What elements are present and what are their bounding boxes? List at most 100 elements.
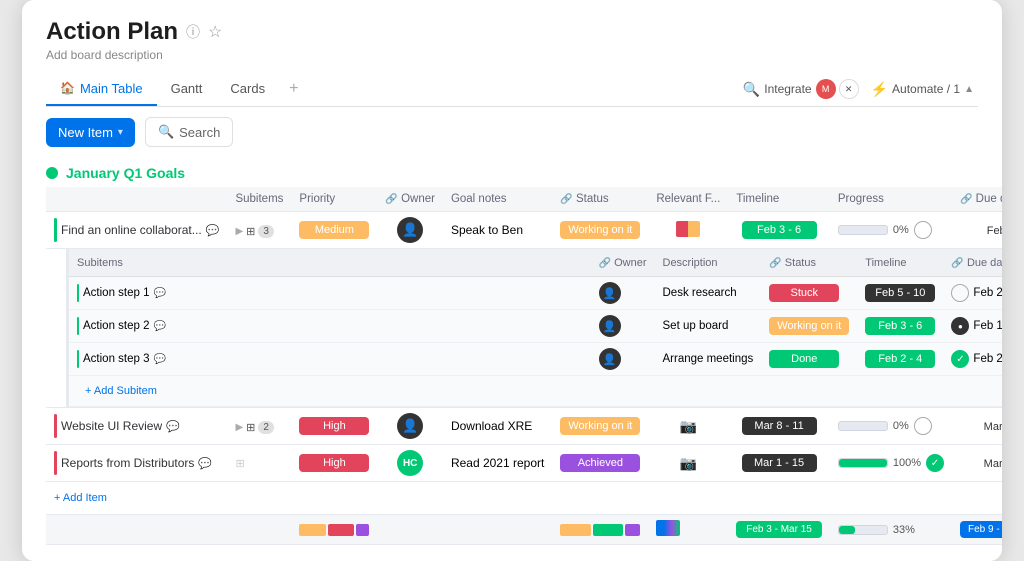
timeline-badge3[interactable]: Mar 1 - 15 — [742, 454, 817, 472]
table-row: Action step 1 💬 👤 Desk research — [69, 277, 1002, 310]
sub-duedate-circle3[interactable]: ✓ — [951, 350, 969, 368]
integrate-button[interactable]: 🔍 Integrate M ✕ — [743, 79, 859, 99]
row-color-bar2 — [54, 414, 57, 438]
subitems-row: Subitems 🔗 Owner Description 🔗 — [46, 249, 1002, 408]
summary-priority-bar3 — [356, 524, 369, 536]
priority-badge3[interactable]: High — [299, 454, 369, 472]
item-name3[interactable]: Reports from Distributors — [61, 456, 194, 470]
search-icon: 🔍 — [158, 124, 174, 140]
timeline-cell3: Mar 1 - 15 — [728, 445, 830, 482]
goal-notes-text3: Read 2021 report — [451, 456, 544, 470]
summary-status-bar3 — [625, 524, 640, 536]
new-item-button[interactable]: New Item ▾ — [46, 118, 135, 147]
progress-pct3: 100% — [893, 457, 921, 469]
sub-name-text[interactable]: Action step 1 — [83, 287, 149, 299]
sub-status-badge[interactable]: Stuck — [769, 284, 839, 302]
sub-owner-avatar2: 👤 — [599, 315, 621, 337]
item-name2[interactable]: Website UI Review — [61, 419, 162, 433]
table-row: Action step 2 💬 👤 Set up board — [69, 310, 1002, 343]
subitems-badge: ▶ ⊞ 3 — [235, 225, 273, 238]
item-name-cell: Find an online collaborat... 💬 — [46, 212, 227, 249]
col-header-progress: Progress — [830, 187, 952, 212]
col-header-relevant: Relevant F... — [648, 187, 728, 212]
sub-owner-avatar: 👤 — [599, 282, 621, 304]
timeline-badge2[interactable]: Mar 8 - 11 — [742, 417, 817, 435]
star-icon[interactable]: ☆ — [208, 22, 222, 42]
automate-button[interactable]: ⚡ Automate / 1 ▲ — [871, 81, 974, 98]
sub-comment-icon3[interactable]: 💬 — [153, 354, 165, 365]
sub-timeline-badge2[interactable]: Feb 3 - 6 — [865, 317, 935, 335]
automate-chevron-icon: ▲ — [964, 84, 974, 95]
app-container: Action Plan ⓘ ☆ Add board description 🏠 … — [22, 0, 1002, 561]
progress-container: 0% — [838, 221, 944, 239]
sub-name-text3[interactable]: Action step 3 — [83, 353, 149, 365]
subitems-count: 3 — [258, 225, 274, 238]
sub-duedate-circle2[interactable]: ● — [951, 317, 969, 335]
tab-add-button[interactable]: + — [279, 72, 308, 106]
progress-cell3: 100% ✓ — [830, 445, 952, 482]
subitems-cell: ▶ ⊞ 3 — [227, 212, 291, 249]
summary-relevant — [648, 515, 728, 545]
sub-name-text2[interactable]: Action step 2 — [83, 320, 149, 332]
progress-circle-btn[interactable] — [914, 221, 932, 239]
group1-header: January Q1 Goals — [46, 157, 978, 187]
sub-status3: Done — [761, 343, 857, 376]
owner-cell2: 👤 — [377, 408, 443, 445]
sub-row-bar3 — [77, 350, 79, 368]
summary-status-bar1 — [560, 524, 590, 536]
add-item-button[interactable]: + Add Item — [54, 487, 1002, 509]
add-subitem-row: + Add Subitem — [69, 376, 1002, 407]
sub-timeline-badge[interactable]: Feb 5 - 10 — [865, 284, 935, 302]
sub-comment-icon2[interactable]: 💬 — [153, 321, 165, 332]
comment-icon2[interactable]: 💬 — [166, 420, 180, 433]
subitems-section: Subitems 🔗 Owner Description 🔗 — [66, 249, 1002, 407]
priority-badge2[interactable]: High — [299, 417, 369, 435]
subitems-cell3: ⊞ — [227, 445, 291, 482]
arrow-icon[interactable]: ▶ — [235, 226, 243, 237]
group1-title: January Q1 Goals — [66, 165, 185, 181]
arrow-icon2[interactable]: ▶ — [235, 422, 243, 433]
tab-main-table-label: Main Table — [80, 81, 143, 96]
sub-duedate3: ✓ Feb 25 — [943, 343, 1002, 376]
automate-icon: ⚡ — [871, 81, 888, 98]
tab-main-table[interactable]: 🏠 Main Table — [46, 73, 157, 106]
duedate-cell3: Mar 22 — [952, 445, 1002, 482]
status-badge2[interactable]: Working on it — [560, 417, 640, 435]
info-icon[interactable]: ⓘ — [186, 22, 200, 42]
item-action-icons: 💬 — [206, 224, 220, 237]
col-header-owner: 🔗 Owner — [377, 187, 443, 212]
group1-dot — [46, 167, 58, 179]
sub-duedate-circle[interactable] — [951, 284, 969, 302]
sub-status-badge3[interactable]: Done — [769, 350, 839, 368]
sub-duedate-text: Feb 24 — [973, 287, 1002, 299]
sub-status-badge2[interactable]: Working on it — [769, 317, 849, 335]
progress-circle-btn2[interactable] — [914, 417, 932, 435]
subitems-icon: ⊞ — [246, 225, 255, 238]
tab-cards[interactable]: Cards — [216, 73, 279, 106]
comment-icon[interactable]: 💬 — [206, 224, 220, 237]
board-description[interactable]: Add board description — [46, 48, 978, 62]
sub-timeline: Feb 5 - 10 — [857, 277, 943, 310]
relevant-cell — [648, 212, 728, 249]
sub-comment-icon[interactable]: 💬 — [153, 288, 165, 299]
status-badge[interactable]: Working on it — [560, 221, 640, 239]
sub-col-duedate: 🔗 Due date — [943, 249, 1002, 277]
comment-icon3[interactable]: 💬 — [198, 457, 212, 470]
tab-gantt[interactable]: Gantt — [157, 73, 217, 106]
timeline-badge[interactable]: Feb 3 - 6 — [742, 221, 817, 239]
subitems-table: Subitems 🔗 Owner Description 🔗 — [69, 249, 1002, 407]
add-item-cell: + Add Item — [46, 482, 1002, 515]
add-subitem-button[interactable]: + Add Subitem — [77, 381, 165, 401]
item-name[interactable]: Find an online collaborat... — [61, 223, 202, 237]
priority-cell2: High — [291, 408, 377, 445]
sub-timeline-badge3[interactable]: Feb 2 - 4 — [865, 350, 935, 368]
progress-circle-btn3[interactable]: ✓ — [926, 454, 944, 472]
summary-status-bar2 — [593, 524, 623, 536]
status-badge3[interactable]: Achieved — [560, 454, 640, 472]
progress-cell: 0% — [830, 212, 952, 249]
camera-icon2: 📷 — [680, 455, 697, 471]
priority-badge[interactable]: Medium — [299, 221, 369, 239]
summary-timeline: Feb 3 - Mar 15 — [728, 515, 830, 545]
search-box[interactable]: 🔍 Search — [145, 117, 233, 147]
progress-bar3 — [838, 458, 888, 468]
